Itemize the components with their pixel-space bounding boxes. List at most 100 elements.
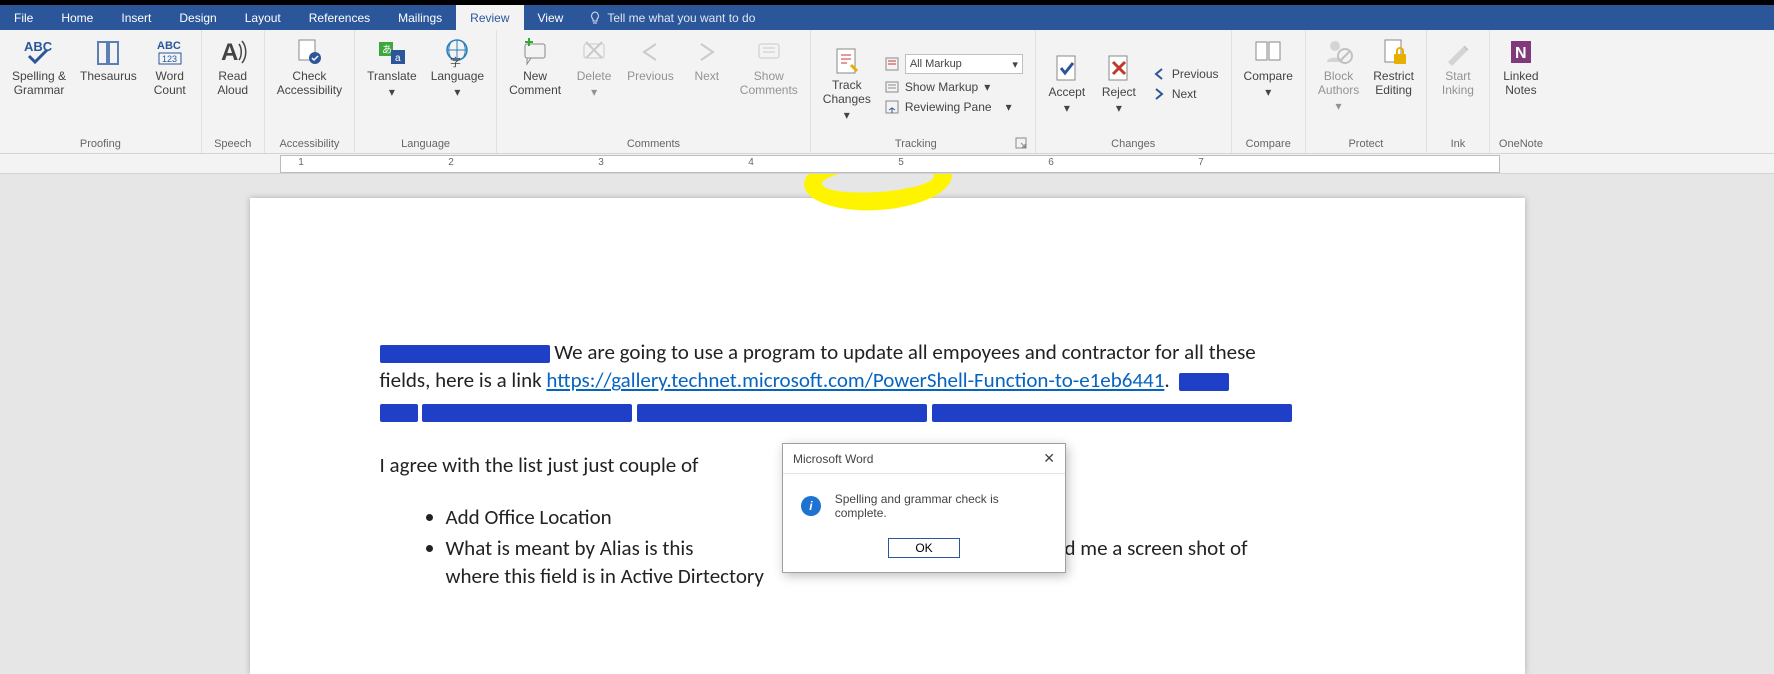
chevron-down-icon: ▾ xyxy=(844,109,850,123)
reviewingpane-label: Reviewing Pane xyxy=(905,100,992,114)
svg-text:N: N xyxy=(1515,45,1527,62)
group-language: あa Translate ▾ 字 Language ▾ Language xyxy=(355,30,497,153)
showcomments-button: Show Comments xyxy=(734,32,804,102)
language-button[interactable]: 字 Language ▾ xyxy=(425,32,490,104)
reviewingpane-button[interactable]: Reviewing Pane ▾ xyxy=(879,98,1018,116)
thesaurus-button[interactable]: Thesaurus xyxy=(74,32,143,88)
linkednotes-button[interactable]: N Linked Notes xyxy=(1496,32,1546,102)
group-speech: A Read Aloud Speech xyxy=(202,30,265,153)
restrict-label: Restrict Editing xyxy=(1373,70,1414,98)
close-icon[interactable]: ✕ xyxy=(1043,450,1055,467)
ink-label: Start Inking xyxy=(1442,70,1474,98)
onenote-icon: N xyxy=(1505,36,1537,68)
info-icon: i xyxy=(801,496,821,516)
ok-button[interactable]: OK xyxy=(888,538,959,558)
tab-review[interactable]: Review xyxy=(456,5,523,30)
reject-button[interactable]: Reject ▾ xyxy=(1094,48,1144,120)
blockauthors-button: Block Authors ▾ xyxy=(1312,32,1365,117)
svg-text:字: 字 xyxy=(450,55,461,68)
previous-icon xyxy=(634,36,666,68)
svg-text:ABC: ABC xyxy=(157,40,181,52)
block-label: Block Authors xyxy=(1318,70,1359,98)
reject-icon xyxy=(1103,52,1135,84)
dialog-launcher-icon[interactable] xyxy=(1015,137,1027,149)
nextchange-button[interactable]: Next xyxy=(1146,85,1203,103)
linkednotes-label: Linked Notes xyxy=(1503,70,1538,98)
compare-button[interactable]: Compare ▾ xyxy=(1238,32,1299,104)
reviewingpane-icon xyxy=(885,100,899,114)
redaction xyxy=(637,404,927,422)
spelling-grammar-button[interactable]: ABC Spelling & Grammar xyxy=(6,32,72,102)
ribbon: ABC Spelling & Grammar Thesaurus ABC123 … xyxy=(0,30,1774,154)
page[interactable]: We are going to use a program to update … xyxy=(250,198,1525,674)
svg-text:あ: あ xyxy=(382,44,392,56)
tab-references[interactable]: References xyxy=(295,5,384,30)
showcomments-label: Show Comments xyxy=(740,70,798,98)
group-proofing: ABC Spelling & Grammar Thesaurus ABC123 … xyxy=(0,30,202,153)
translate-icon: あa xyxy=(376,36,408,68)
trackchanges-icon xyxy=(831,45,863,77)
wordcount-button[interactable]: ABC123 Word Count xyxy=(145,32,195,102)
redaction xyxy=(422,404,632,422)
ruler[interactable]: 1 2 3 4 5 6 7 xyxy=(0,154,1774,174)
tab-insert[interactable]: Insert xyxy=(107,5,165,30)
group-accessibility: Check Accessibility Accessibility xyxy=(265,30,355,153)
tell-me[interactable]: Tell me what you want to do xyxy=(577,5,767,30)
prevcomment-button: Previous xyxy=(621,32,680,88)
paragraph-1[interactable]: We are going to use a program to update … xyxy=(380,338,1395,366)
accept-button[interactable]: Accept ▾ xyxy=(1042,48,1092,120)
spelling-icon: ABC xyxy=(23,36,55,68)
text: What is meant by Alias is this xyxy=(446,535,694,561)
paragraph-3[interactable] xyxy=(380,397,1395,425)
trackchanges-button[interactable]: Track Changes ▾ xyxy=(817,41,877,126)
dialog-title: Microsoft Word xyxy=(793,452,873,466)
tab-layout[interactable]: Layout xyxy=(231,5,295,30)
group-label-tracking: Tracking xyxy=(817,136,1015,153)
reject-label: Reject xyxy=(1102,86,1136,100)
translate-label: Translate xyxy=(367,70,417,84)
group-label-language: Language xyxy=(361,136,490,153)
compare-label: Compare xyxy=(1244,70,1293,84)
chevron-down-icon: ▾ xyxy=(984,80,990,94)
chevron-down-icon: ▾ xyxy=(1012,58,1018,71)
dialog-message: Spelling and grammar check is complete. xyxy=(835,492,1051,520)
tab-view[interactable]: View xyxy=(524,5,578,30)
translate-button[interactable]: あa Translate ▾ xyxy=(361,32,423,104)
showmarkup-label: Show Markup xyxy=(905,80,978,94)
ruler-4: 4 xyxy=(748,157,754,168)
dialog-spelling-complete: Microsoft Word ✕ i Spelling and grammar … xyxy=(782,443,1066,573)
showmarkup-button[interactable]: Show Markup ▾ xyxy=(879,78,996,96)
hyperlink[interactable]: https://gallery.technet.microsoft.com/Po… xyxy=(546,367,1164,393)
group-label-ink: Ink xyxy=(1433,136,1483,153)
restrict-button[interactable]: Restrict Editing xyxy=(1367,32,1420,102)
tab-design[interactable]: Design xyxy=(165,5,230,30)
markup-icon xyxy=(885,57,899,71)
group-label-comments: Comments xyxy=(503,136,804,153)
block-icon xyxy=(1323,36,1355,68)
prevchange-button[interactable]: Previous xyxy=(1146,65,1225,83)
markup-value: All Markup xyxy=(910,58,962,70)
delete-label: Delete xyxy=(577,70,612,84)
group-ink: Start Inking Ink xyxy=(1427,30,1490,153)
document-area[interactable]: We are going to use a program to update … xyxy=(0,174,1774,674)
ruler-3: 3 xyxy=(598,157,604,168)
accessibility-button[interactable]: Check Accessibility xyxy=(271,32,348,102)
tab-mailings[interactable]: Mailings xyxy=(384,5,456,30)
text: . xyxy=(1164,367,1169,393)
group-label-accessibility: Accessibility xyxy=(271,136,348,153)
group-label-compare: Compare xyxy=(1238,136,1299,153)
spelling-label: Spelling & Grammar xyxy=(12,70,66,98)
group-label-proofing: Proofing xyxy=(6,136,195,153)
deletecomment-button: Delete ▾ xyxy=(569,32,619,104)
wordcount-label: Word Count xyxy=(154,70,186,98)
group-compare: Compare ▾ Compare xyxy=(1232,30,1306,153)
tab-home[interactable]: Home xyxy=(47,5,107,30)
markup-select[interactable]: All Markup ▾ xyxy=(879,52,1029,76)
svg-text:A: A xyxy=(221,39,238,66)
prevchange-label: Previous xyxy=(1172,67,1219,81)
newcomment-button[interactable]: New Comment xyxy=(503,32,567,102)
readaloud-button[interactable]: A Read Aloud xyxy=(208,32,258,102)
tab-file[interactable]: File xyxy=(0,5,47,30)
nextcomment-button: Next xyxy=(682,32,732,88)
paragraph-2[interactable]: fields, here is a link https://gallery.t… xyxy=(380,366,1395,394)
